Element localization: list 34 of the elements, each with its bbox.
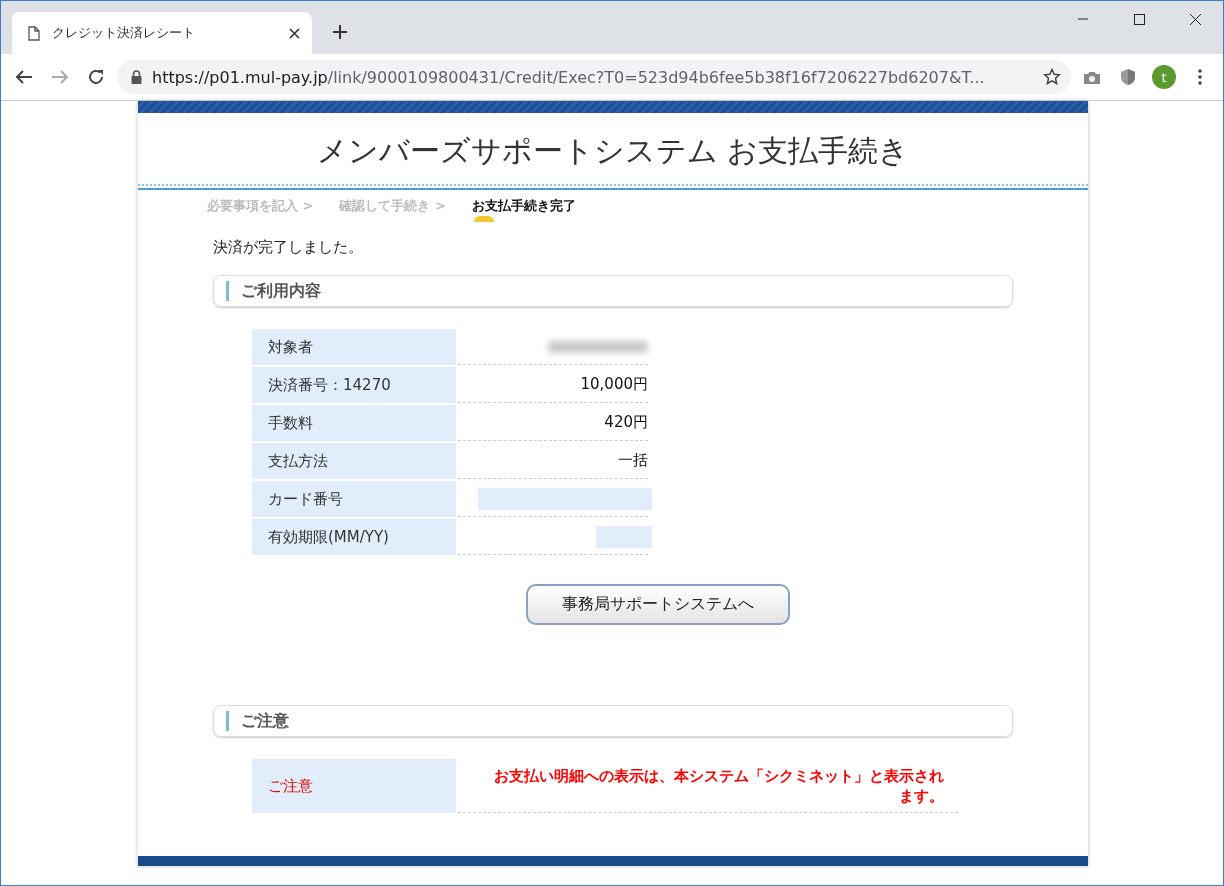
- section-title: ご利用内容: [241, 280, 321, 302]
- shield-icon[interactable]: [1120, 68, 1136, 86]
- back-icon[interactable]: [15, 69, 33, 85]
- row-label: ご注意: [252, 759, 456, 813]
- row-value: 420円: [604, 413, 648, 432]
- menu-icon[interactable]: [1198, 69, 1202, 85]
- status-message: 決済が完了しました。: [213, 238, 364, 257]
- row-label: 支払方法: [252, 443, 456, 479]
- row-value: 一括: [618, 451, 648, 470]
- current-step-indicator: [473, 216, 494, 222]
- address-bar[interactable]: https://p01.mul-pay.jp/link/9000109800431/Credit/Exec?T0=523d94b6fee5b38f16f7206227bd6207&T...: [117, 60, 1071, 94]
- support-system-button[interactable]: 事務局サポートシステムへ: [526, 584, 790, 625]
- row-value: 10,000円: [580, 375, 648, 394]
- document-icon: [28, 25, 40, 41]
- redaction-block: [596, 525, 652, 548]
- tab-title: クレジット決済レシート: [52, 24, 196, 42]
- row-label: 決済番号：14270: [252, 367, 456, 403]
- progress-step: 確認して手続き >: [339, 198, 446, 213]
- reload-icon[interactable]: [87, 68, 105, 86]
- star-icon[interactable]: [1043, 68, 1061, 86]
- close-icon[interactable]: [289, 27, 300, 39]
- new-tab-icon[interactable]: [332, 24, 348, 40]
- page-title: メンバーズサポートシステム お支払手続き: [316, 132, 910, 170]
- browser-tab[interactable]: クレジット決済レシート: [12, 12, 312, 54]
- lock-icon: [131, 70, 142, 84]
- row-label: 有効期限(MM/YY): [252, 519, 456, 555]
- section-title: ご注意: [241, 710, 289, 732]
- camera-icon[interactable]: [1083, 69, 1101, 85]
- row-label: カード番号: [252, 481, 456, 517]
- progress-step: 必要事項を記入 >: [207, 198, 314, 213]
- notice-text: お支払い明細への表示は、本システム「シクミネット」と表示されます。: [493, 765, 944, 806]
- row-label: 対象者: [252, 329, 456, 365]
- row-label: 手数料: [252, 405, 456, 441]
- progress-step: お支払手続き完了: [471, 198, 576, 213]
